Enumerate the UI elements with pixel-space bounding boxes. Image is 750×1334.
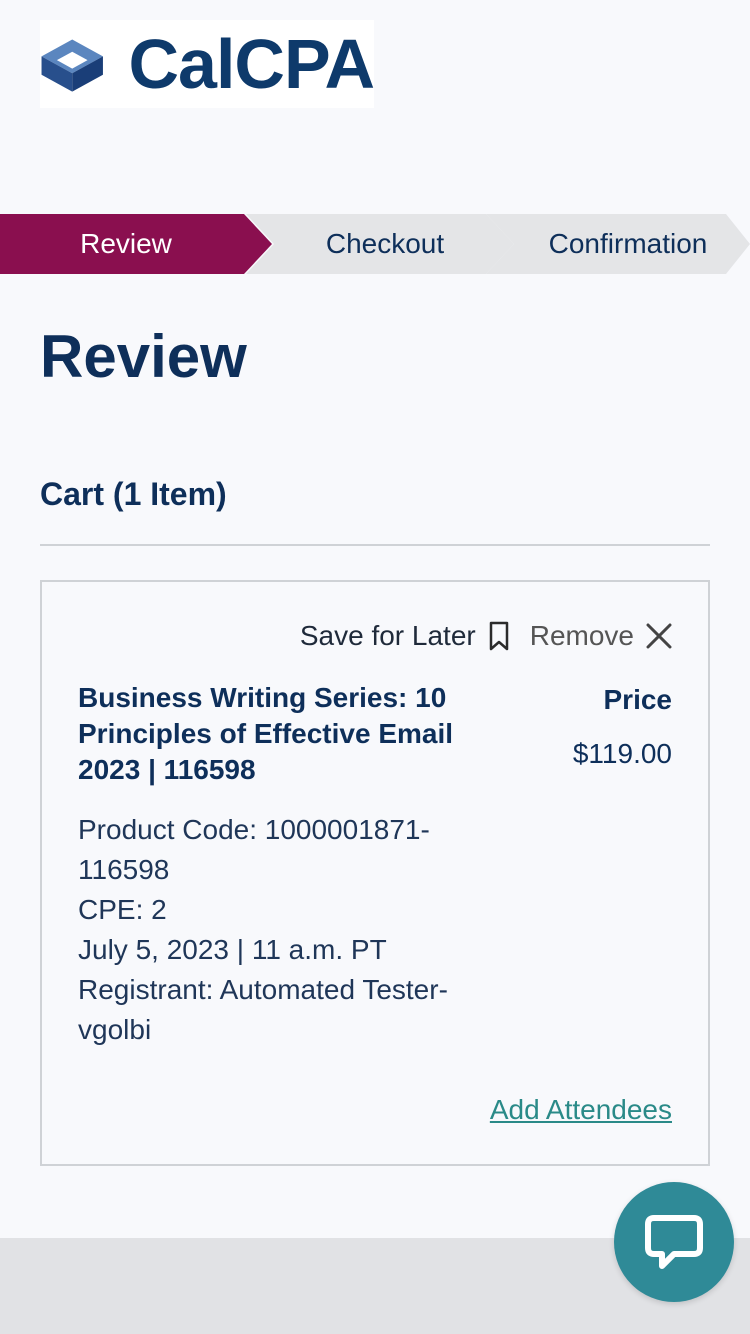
remove-button[interactable]: Remove [530, 620, 672, 652]
step-label: Confirmation [548, 228, 708, 259]
close-icon [646, 623, 672, 649]
chat-button[interactable] [614, 1182, 734, 1302]
product-details: Product Code: 1000001871-116598 CPE: 2 J… [78, 810, 498, 1050]
price-label: Price [603, 684, 673, 715]
divider [40, 544, 710, 546]
calcpa-logo-mark-icon [41, 39, 103, 92]
step-label: Review [80, 228, 172, 259]
add-attendees-link[interactable]: Add Attendees [490, 1094, 672, 1126]
brand-name: CalCPA [128, 25, 375, 103]
remove-label: Remove [529, 620, 634, 651]
checkout-progress: Review Checkout Confirmation [0, 214, 750, 274]
calcpa-logo[interactable]: CalCPA [40, 20, 375, 108]
product-title[interactable]: Business Writing Series: 10 Principles o… [78, 680, 498, 788]
event-date: July 5, 2023 | 11 a.m. PT [78, 934, 387, 965]
save-for-later-button[interactable]: Save for Later [300, 620, 510, 652]
registrant: Registrant: Automated Tester-vgolbi [78, 974, 448, 1045]
step-label: Checkout [325, 228, 445, 259]
step-confirmation: Confirmation [486, 214, 750, 274]
cart-item-card: Save for Later Remove Business Writing S… [40, 580, 710, 1166]
chat-icon [645, 1215, 703, 1269]
price-value: $119.00 [572, 738, 672, 769]
save-for-later-label: Save for Later [299, 620, 476, 651]
page-title: Review [40, 323, 247, 390]
cpe-credits: CPE: 2 [78, 894, 167, 925]
cart-item-actions: Save for Later Remove [300, 620, 672, 652]
step-review: Review [0, 214, 272, 274]
bookmark-icon [489, 621, 508, 651]
cart-title: Cart (1 Item) [40, 476, 227, 512]
product-code: Product Code: 1000001871-116598 [78, 814, 430, 885]
step-checkout: Checkout [246, 214, 514, 274]
